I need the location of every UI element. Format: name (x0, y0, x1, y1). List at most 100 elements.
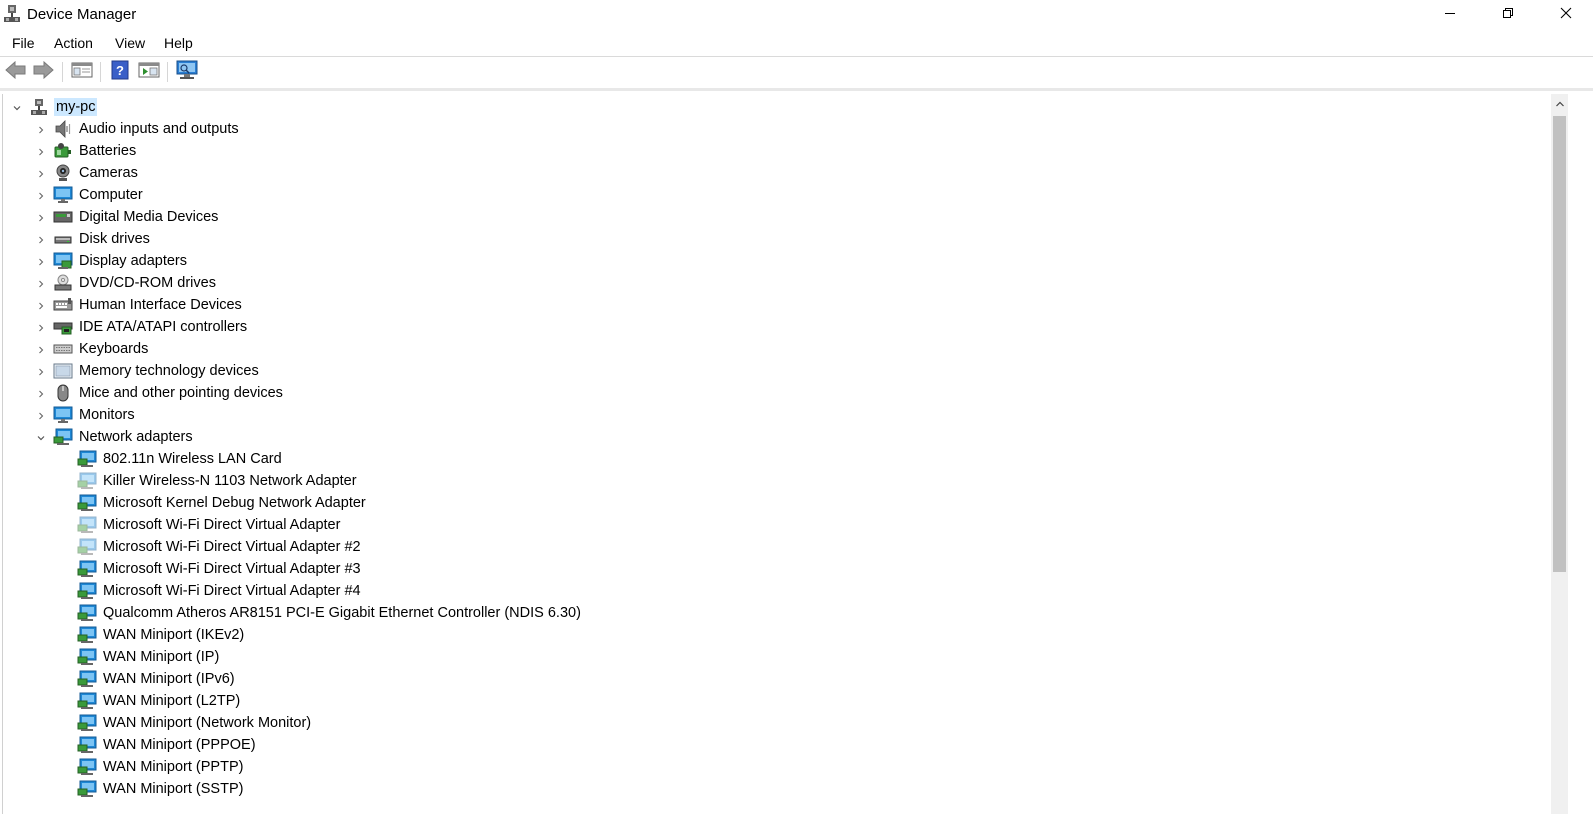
chevron-right-icon[interactable] (35, 299, 47, 311)
help-button[interactable]: ? (108, 60, 132, 85)
tree-item-computer[interactable]: Computer (3, 184, 1551, 206)
network-adapter-icon (77, 780, 97, 798)
tree-item-label: WAN Miniport (PPPOE) (103, 737, 256, 753)
tree-item-batteries[interactable]: Batteries (3, 140, 1551, 162)
dvd-drive-icon (53, 274, 73, 292)
chevron-right-icon[interactable] (35, 211, 47, 223)
network-adapter-icon (77, 670, 97, 688)
chevron-right-icon[interactable] (35, 233, 47, 245)
tree-child-adapter[interactable]: Microsoft Wi-Fi Direct Virtual Adapter #… (3, 536, 1551, 558)
chevron-right-icon[interactable] (35, 343, 47, 355)
tree-item-dvd-drives[interactable]: DVD/CD-ROM drives (3, 272, 1551, 294)
tree-item-label: Cameras (79, 165, 138, 181)
network-adapter-icon (77, 560, 97, 578)
svg-text:?: ? (116, 63, 124, 78)
forward-button[interactable] (31, 60, 55, 83)
tree-item-hid[interactable]: Human Interface Devices (3, 294, 1551, 316)
ide-controller-icon (53, 318, 73, 336)
tree-item-memory[interactable]: Memory technology devices (3, 360, 1551, 382)
computer-root-icon (29, 98, 49, 116)
tree-child-adapter[interactable]: WAN Miniport (IKEv2) (3, 624, 1551, 646)
computer-icon (53, 186, 73, 204)
tree-child-adapter[interactable]: WAN Miniport (PPTP) (3, 756, 1551, 778)
chevron-right-icon[interactable] (35, 189, 47, 201)
show-hide-console-tree-button[interactable] (70, 61, 94, 83)
menu-view[interactable]: View (115, 35, 145, 51)
maximize-button[interactable] (1479, 0, 1537, 30)
display-adapter-icon (53, 252, 73, 270)
tree-item-network-adapters[interactable]: Network adapters (3, 426, 1551, 448)
tree-item-digital-media[interactable]: Digital Media Devices (3, 206, 1551, 228)
chevron-right-icon[interactable] (35, 277, 47, 289)
network-adapter-icon (77, 604, 97, 622)
menu-file[interactable]: File (12, 35, 35, 51)
scan-hardware-button[interactable] (175, 60, 199, 85)
tree-item-mice[interactable]: Mice and other pointing devices (3, 382, 1551, 404)
tree-child-adapter[interactable]: Microsoft Wi-Fi Direct Virtual Adapter #… (3, 580, 1551, 602)
show-action-pane-button[interactable] (137, 61, 161, 83)
tree-item-audio[interactable]: Audio inputs and outputs (3, 118, 1551, 140)
tree-item-display-adapters[interactable]: Display adapters (3, 250, 1551, 272)
vertical-scrollbar[interactable] (1551, 94, 1568, 814)
network-adapter-disabled-icon (77, 516, 97, 534)
network-adapter-icon (77, 582, 97, 600)
chevron-right-icon[interactable] (35, 409, 47, 421)
chevron-right-icon[interactable] (35, 387, 47, 399)
tree-item-label: Display adapters (79, 253, 187, 269)
chevron-right-icon[interactable] (35, 123, 47, 135)
tree-item-label: WAN Miniport (L2TP) (103, 693, 241, 709)
tree-child-adapter[interactable]: Microsoft Wi-Fi Direct Virtual Adapter (3, 514, 1551, 536)
scan-hardware-icon (175, 60, 199, 85)
tree-child-adapter[interactable]: WAN Miniport (IP) (3, 646, 1551, 668)
tree-item-label: IDE ATA/ATAPI controllers (79, 319, 248, 335)
tree-item-label: Microsoft Wi-Fi Direct Virtual Adapter (103, 517, 341, 533)
chevron-down-icon[interactable] (11, 101, 23, 113)
chevron-right-icon[interactable] (35, 145, 47, 157)
tree-item-ide[interactable]: IDE ATA/ATAPI controllers (3, 316, 1551, 338)
network-adapter-icon (53, 428, 73, 446)
network-adapter-icon (77, 450, 97, 468)
scrollbar-thumb[interactable] (1553, 116, 1566, 572)
speaker-icon (53, 120, 73, 138)
tree-child-adapter[interactable]: 802.11n Wireless LAN Card (3, 448, 1551, 470)
tree-child-adapter[interactable]: Microsoft Wi-Fi Direct Virtual Adapter #… (3, 558, 1551, 580)
tree-item-disk-drives[interactable]: Disk drives (3, 228, 1551, 250)
chevron-right-icon[interactable] (35, 321, 47, 333)
tree-root-label[interactable]: my-pc (54, 98, 98, 116)
tree-child-adapter[interactable]: WAN Miniport (Network Monitor) (3, 712, 1551, 734)
close-icon (1560, 6, 1572, 24)
back-button[interactable] (4, 60, 28, 83)
tree-item-cameras[interactable]: Cameras (3, 162, 1551, 184)
chevron-down-icon[interactable] (35, 431, 47, 443)
tree-child-adapter[interactable]: WAN Miniport (SSTP) (3, 778, 1551, 800)
tree-child-adapter[interactable]: WAN Miniport (L2TP) (3, 690, 1551, 712)
network-adapter-icon (77, 626, 97, 644)
tree-root-row[interactable]: my-pc (3, 96, 1551, 118)
menu-help[interactable]: Help (164, 35, 193, 51)
scroll-up-button[interactable] (1551, 96, 1568, 112)
minimize-button[interactable] (1421, 0, 1479, 30)
keyboard-icon (53, 340, 73, 358)
window-title: Device Manager (27, 6, 137, 23)
chevron-right-icon[interactable] (35, 167, 47, 179)
tree-item-label: Network adapters (79, 429, 193, 445)
network-adapter-disabled-icon (77, 538, 97, 556)
memory-device-icon (53, 362, 73, 380)
menu-action[interactable]: Action (54, 35, 93, 51)
chevron-right-icon[interactable] (35, 255, 47, 267)
chevron-right-icon[interactable] (35, 365, 47, 377)
tree-item-label: WAN Miniport (IPv6) (103, 671, 235, 687)
tree-child-adapter[interactable]: Microsoft Kernel Debug Network Adapter (3, 492, 1551, 514)
tree-child-adapter[interactable]: Killer Wireless-N 1103 Network Adapter (3, 470, 1551, 492)
tree-item-monitors[interactable]: Monitors (3, 404, 1551, 426)
device-tree[interactable]: my-pc Audio inputs and outputs Batteries… (2, 94, 1551, 814)
tree-child-adapter[interactable]: WAN Miniport (IPv6) (3, 668, 1551, 690)
tree-child-adapter[interactable]: Qualcomm Atheros AR8151 PCI-E Gigabit Et… (3, 602, 1551, 624)
network-adapter-icon (77, 494, 97, 512)
chevron-up-icon (1555, 95, 1565, 113)
tree-item-keyboards[interactable]: Keyboards (3, 338, 1551, 360)
menu-bar: File Action View Help (0, 30, 1593, 57)
tree-child-adapter[interactable]: WAN Miniport (PPPOE) (3, 734, 1551, 756)
help-icon: ? (111, 60, 129, 85)
close-button[interactable] (1537, 0, 1593, 30)
